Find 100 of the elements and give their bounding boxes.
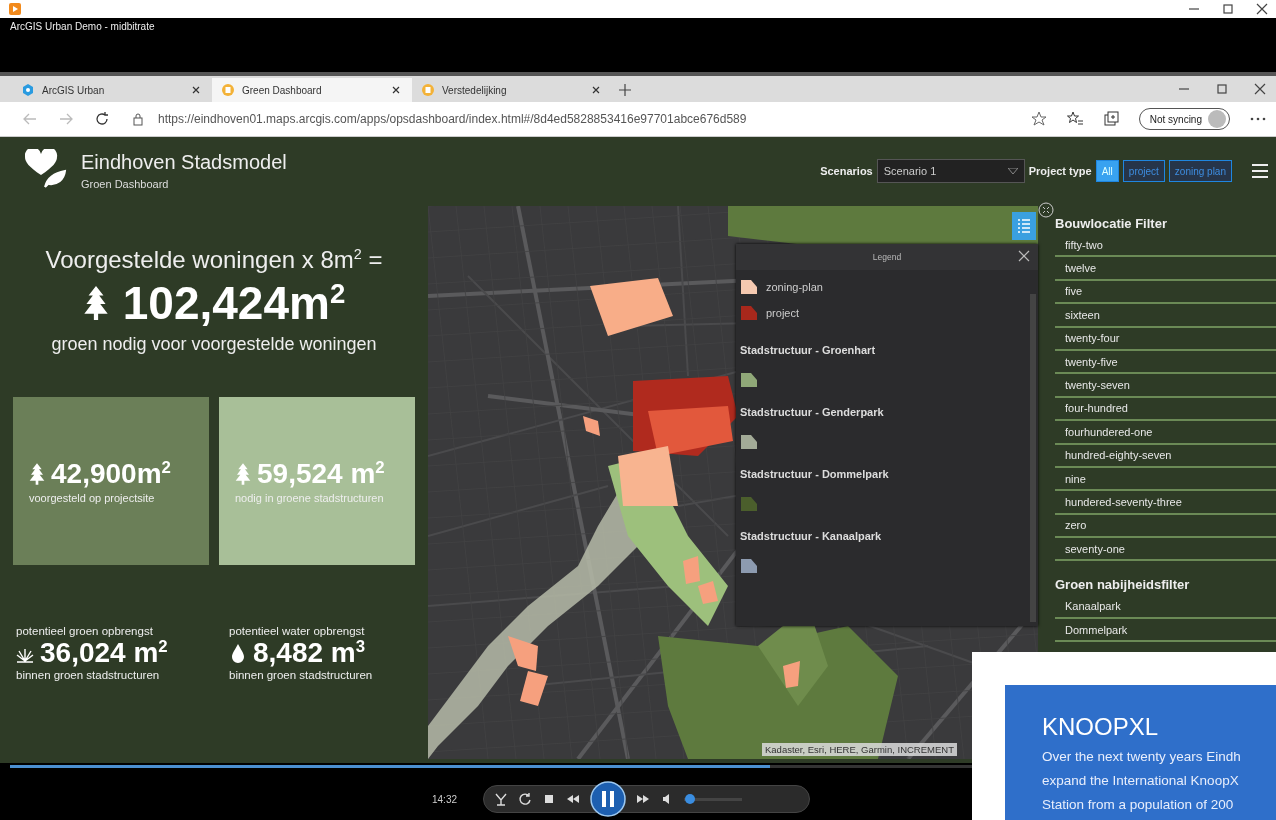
summary-heading: Voorgestelde woningen x 8m$^{2}$ = — [45, 246, 383, 274]
parcel-shape — [520, 671, 548, 706]
filter-item[interactable]: nine — [1055, 467, 1276, 492]
browser-tab[interactable]: ArcGIS Urban — [12, 78, 212, 102]
filter-item[interactable]: twelve — [1055, 257, 1276, 281]
expand-icon[interactable] — [1038, 202, 1054, 218]
filter-item[interactable]: Dommelpark — [1055, 618, 1276, 643]
card-value: 59,524 m$^{2}$ — [257, 457, 385, 491]
tree-icon — [235, 463, 251, 485]
heart-leaf-logo-icon — [25, 149, 67, 189]
yield-caption: binnen groen stadstructuren — [16, 669, 161, 682]
menu-icon[interactable] — [1252, 164, 1268, 178]
tree-icon — [29, 463, 45, 485]
legend-label: project — [766, 307, 800, 319]
lock-icon — [130, 111, 146, 127]
plus-icon[interactable] — [618, 83, 632, 97]
fast-forward-icon[interactable] — [636, 792, 650, 806]
filter-item[interactable]: hundred-eighty-seven — [1055, 444, 1276, 468]
filter-item[interactable]: hundered-seventy-three — [1055, 491, 1276, 515]
url-field[interactable]: https://eindhoven01.maps.arcgis.com/apps/opsdashboard/index.html#/8d4ed5828853416e97701abce676d589 — [158, 112, 1011, 126]
switch-view-icon[interactable] — [494, 792, 508, 806]
legend-heading: Stadstructuur - Kanaalpark — [740, 530, 883, 542]
project-type-button[interactable]: zoning plan — [1168, 160, 1232, 182]
yield-caption: binnen groen stadstructuren — [229, 669, 374, 682]
caret-icon — [1007, 168, 1018, 174]
promo-title: KNOOPXL — [1042, 713, 1160, 741]
parcel-shape — [618, 446, 678, 506]
legend-heading: Stadstructuur - Genderpark — [740, 406, 885, 418]
parcel-shape — [583, 416, 600, 436]
filter-title: Groen nabijheidsfilter — [1054, 575, 1191, 594]
collections-icon[interactable] — [1102, 111, 1119, 127]
legend-heading: Stadstructuur - Groenhart — [740, 344, 877, 356]
browser-tab[interactable]: Verstedelijking — [412, 78, 612, 102]
window-title: ArcGIS Urban Demo - midbitrate — [10, 21, 156, 32]
card-caption: voorgesteld op projectsite — [29, 492, 156, 505]
filter-item[interactable]: Kanaalpark — [1055, 595, 1276, 619]
summary-caption: groen nodig voor voorgestelde woningen — [51, 334, 377, 355]
badge-icon — [222, 84, 234, 96]
parcel-shape — [698, 581, 718, 604]
yield-value: 36,024 m$^{2}$ — [40, 637, 168, 670]
hexagon-icon — [22, 84, 34, 96]
parcel-shape — [508, 636, 538, 671]
repeat-icon[interactable] — [518, 792, 532, 806]
close-icon[interactable] — [1018, 250, 1030, 262]
legend-swatch-icon — [740, 496, 758, 512]
avatar-icon — [1208, 110, 1226, 128]
close-icon[interactable] — [390, 84, 402, 96]
legend-swatch-icon — [740, 434, 758, 450]
promo-text: Over the next twenty years Eindh expand the International KnoopX Station from a population of 200 — [1042, 748, 1242, 814]
close-icon[interactable] — [590, 84, 602, 96]
card-caption: nodig in groene stadstructuren — [235, 492, 385, 505]
drop-icon — [229, 643, 247, 664]
dashboard-title: Eindhoven Stadsmodel — [81, 151, 287, 174]
filter-item[interactable]: fifty-two — [1055, 234, 1276, 258]
legend-swatch-icon — [740, 305, 758, 321]
scrollbar[interactable] — [1030, 294, 1036, 622]
filter-item[interactable]: twenty-five — [1055, 350, 1276, 375]
browser-tab[interactable]: Green Dashboard — [212, 78, 412, 102]
filter-item[interactable]: twenty-four — [1055, 327, 1276, 351]
scenario-dropdown[interactable]: Scenario 1 — [876, 159, 1025, 183]
badge-icon — [422, 84, 434, 96]
parcel-shape — [783, 661, 800, 688]
legend-title: Legend — [872, 252, 902, 262]
close-icon[interactable] — [190, 84, 202, 96]
legend-swatch-icon — [740, 279, 758, 295]
legend-swatch-icon — [740, 558, 758, 574]
maximize-icon[interactable] — [1222, 3, 1234, 15]
playback-time: 14:32 — [432, 793, 459, 805]
stop-icon[interactable] — [542, 792, 556, 806]
scenarios-label: Scenarios — [820, 165, 873, 177]
legend-label: zoning-plan — [766, 281, 823, 293]
close-icon[interactable] — [1254, 83, 1266, 95]
yield-heading: potentieel water opbrengst — [229, 625, 366, 637]
total-value: 102,424m$^{2}$ — [122, 276, 346, 330]
project-type-button[interactable]: project — [1122, 160, 1165, 182]
tree-icon — [82, 286, 109, 320]
filter-item[interactable]: five — [1055, 280, 1276, 305]
project-type-label: Project type — [1028, 165, 1092, 177]
sync-button[interactable]: Not syncing — [1138, 108, 1230, 130]
rewind-icon[interactable] — [566, 792, 580, 806]
maximize-icon[interactable] — [1216, 83, 1228, 95]
legend-swatch-icon — [740, 372, 758, 388]
dashboard-subtitle: Groen Dashboard — [81, 178, 170, 190]
map-attribution: Kadaster, Esri, HERE, Garmin, INCREMENT — [762, 743, 957, 756]
star-icon[interactable] — [1030, 111, 1047, 127]
pause-icon[interactable] — [590, 781, 626, 817]
filter-item[interactable]: sixteen — [1055, 304, 1276, 328]
legend-heading: Stadstructuur - Dommelpark — [740, 468, 890, 480]
filter-item[interactable]: twenty-seven — [1055, 374, 1276, 398]
refresh-icon[interactable] — [94, 111, 110, 127]
card-value: 42,900m$^{2}$ — [51, 457, 171, 491]
close-icon[interactable] — [1256, 3, 1268, 15]
app-icon — [9, 3, 21, 15]
filter-item[interactable]: zero — [1055, 514, 1276, 539]
star-list-icon[interactable] — [1066, 111, 1083, 127]
filter-item[interactable]: seventy-one — [1055, 538, 1276, 562]
yield-heading: potentieel groen opbrengst — [16, 625, 154, 637]
parcel-shape — [683, 556, 700, 584]
filter-item[interactable]: four-hundred — [1055, 397, 1276, 422]
filter-item[interactable]: fourhundered-one — [1055, 421, 1276, 445]
